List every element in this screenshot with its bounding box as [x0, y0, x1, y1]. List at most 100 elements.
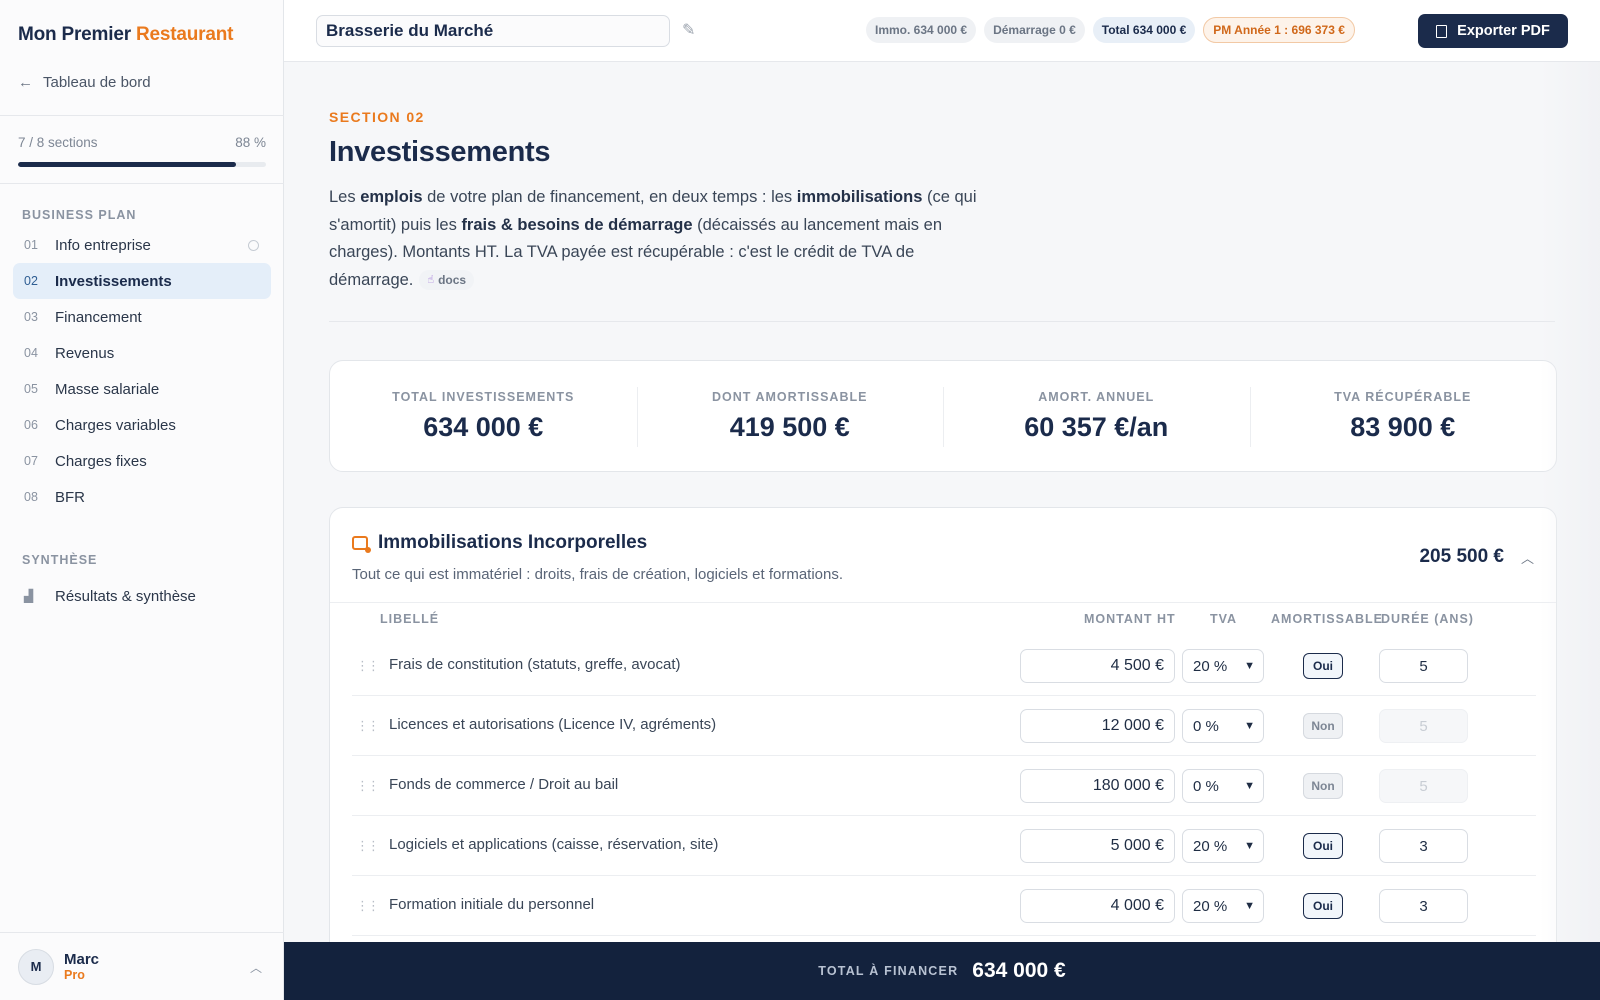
page-title: Investissements	[329, 136, 551, 168]
tva-select[interactable]: 0 % ▼	[1182, 709, 1264, 743]
kpi-label: TVA RÉCUPÉRABLE	[1334, 389, 1472, 404]
kpi-label: TOTAL INVESTISSEMENTS	[392, 389, 575, 404]
nav-number: 08	[24, 490, 38, 504]
duree-input[interactable]	[1379, 889, 1468, 923]
tva-select[interactable]: 20 % ▼	[1182, 649, 1264, 683]
tva-select[interactable]: 20 % ▼	[1182, 829, 1264, 863]
progress-bar	[18, 162, 266, 167]
duree-input[interactable]	[1379, 649, 1468, 683]
duree-input[interactable]	[1379, 829, 1468, 863]
card-total: 205 500 €	[1419, 546, 1504, 567]
divider	[0, 183, 284, 184]
user-menu[interactable]: M Marc Pro ︿	[0, 932, 284, 1000]
sidebar-item-info-entreprise[interactable]: 01 Info entreprise	[13, 227, 271, 263]
sidebar-item-masse-salariale[interactable]: 05 Masse salariale	[13, 371, 271, 407]
duree-input	[1379, 769, 1468, 803]
nav-label: BFR	[55, 488, 85, 506]
nav-label: Financement	[55, 308, 142, 326]
row-label: Frais de constitution (statuts, greffe, …	[389, 656, 681, 673]
hand-pointer-icon: ☝	[427, 273, 435, 286]
project-name-input[interactable]	[316, 15, 670, 47]
total-financing-bar: TOTAL À FINANCER 634 000 €	[284, 942, 1600, 1000]
nav-number: 01	[24, 238, 38, 252]
section-tag: SECTION 02	[329, 109, 425, 125]
table-row: ⋮⋮ Formation initiale du personnel 20 % ▼…	[352, 876, 1536, 936]
drag-handle-icon[interactable]: ⋮⋮	[356, 658, 380, 674]
drag-handle-icon[interactable]: ⋮⋮	[356, 778, 380, 794]
tva-select[interactable]: 0 % ▼	[1182, 769, 1264, 803]
chip-pm-annee-1: PM Année 1 : 696 373 €	[1203, 17, 1355, 43]
amortissable-toggle[interactable]: Oui	[1303, 893, 1343, 919]
amortissable-toggle[interactable]: Non	[1303, 713, 1343, 739]
amount-input[interactable]	[1020, 709, 1175, 743]
progress-summary: 7 / 8 sections 88 %	[18, 135, 266, 150]
nav-label: Investissements	[55, 272, 172, 290]
table-row: ⋮⋮ Frais de constitution (statuts, greff…	[352, 636, 1536, 696]
nav-label: Résultats & synthèse	[55, 587, 196, 605]
kpi-value: 419 500 €	[729, 411, 850, 442]
amortissable-toggle[interactable]: Non	[1303, 773, 1343, 799]
tva-value: 20 %	[1193, 897, 1228, 915]
nav-group-synthese: SYNTHÈSE	[22, 553, 98, 567]
brand-logo[interactable]: Mon Premier Restaurant	[18, 24, 233, 46]
chip-demarrage: Démarrage 0 €	[984, 17, 1085, 43]
docs-link[interactable]: ☝ docs	[419, 270, 475, 291]
summary-chips: Immo. 634 000 € Démarrage 0 € Total 634 …	[866, 17, 1355, 43]
sidebar-item-resultats-synthese[interactable]: ▟ Résultats & synthèse	[13, 578, 271, 614]
row-label: Licences et autorisations (Licence IV, a…	[389, 716, 717, 733]
column-header-libelle: LIBELLÉ	[380, 612, 440, 626]
chevron-down-icon: ▼	[1244, 660, 1255, 672]
main-content: SECTION 02 Investissements Les emplois d…	[284, 62, 1600, 942]
progress-percent: 88 %	[235, 135, 266, 150]
sidebar-item-investissements[interactable]: 02 Investissements	[13, 263, 271, 299]
intro-bold: immobilisations	[796, 188, 923, 206]
kpi-dont-amortissable: DONT AMORTISSABLE 419 500 €	[636, 361, 944, 471]
back-to-dashboard-link[interactable]: ← Tableau de bord	[18, 74, 151, 91]
amount-input[interactable]	[1020, 829, 1175, 863]
nav-label: Info entreprise	[55, 236, 151, 254]
row-label: Formation initiale du personnel	[389, 896, 595, 913]
kpi-label: AMORT. ANNUEL	[1038, 389, 1155, 404]
sidebar-item-revenus[interactable]: 04 Revenus	[13, 335, 271, 371]
drag-handle-icon[interactable]: ⋮⋮	[356, 898, 380, 914]
kpi-total-investissements: TOTAL INVESTISSEMENTS 634 000 €	[330, 361, 637, 471]
nav-number: 02	[24, 274, 38, 288]
intro-text: Les emplois de votre plan de financement…	[329, 184, 979, 294]
table-row: ⋮⋮ Licences et autorisations (Licence IV…	[352, 696, 1536, 756]
tva-value: 0 %	[1193, 777, 1219, 795]
pencil-icon[interactable]: ✎	[682, 20, 695, 40]
chevron-up-icon[interactable]: ︿	[1521, 548, 1534, 567]
card-immobilisations-incorporelles: Immobilisations Incorporelles Tout ce qu…	[329, 507, 1557, 942]
card-title: Immobilisations Incorporelles	[378, 532, 648, 553]
amortissable-toggle[interactable]: Oui	[1303, 653, 1343, 679]
intro-part: Les	[329, 188, 361, 206]
intro-part: de votre plan de financement, en deux te…	[422, 188, 797, 206]
total-financing-value: 634 000 €	[972, 959, 1066, 982]
column-header-amortissable: AMORTISSABLE	[1271, 612, 1383, 626]
sidebar-item-charges-fixes[interactable]: 07 Charges fixes	[13, 443, 271, 479]
chip-total: Total 634 000 €	[1092, 17, 1196, 43]
sidebar-item-charges-variables[interactable]: 06 Charges variables	[13, 407, 271, 443]
sidebar-nav-synthese: ▟ Résultats & synthèse	[13, 578, 271, 614]
sidebar-item-financement[interactable]: 03 Financement	[13, 299, 271, 335]
tva-select[interactable]: 20 % ▼	[1182, 889, 1264, 923]
divider	[330, 602, 1556, 603]
tva-value: 20 %	[1193, 837, 1228, 855]
sidebar-item-bfr[interactable]: 08 BFR	[13, 479, 271, 515]
amount-input[interactable]	[1020, 889, 1175, 923]
drag-handle-icon[interactable]: ⋮⋮	[356, 838, 380, 854]
export-pdf-button[interactable]: Exporter PDF	[1418, 14, 1568, 48]
nav-group-business-plan: BUSINESS PLAN	[22, 208, 137, 222]
card-subtitle: Tout ce qui est immatériel : droits, fra…	[352, 566, 844, 583]
table-row: ⋮⋮ Fonds de commerce / Droit au bail 0 %…	[352, 756, 1536, 816]
amount-input[interactable]	[1020, 769, 1175, 803]
amount-input[interactable]	[1020, 649, 1175, 683]
avatar: M	[18, 948, 54, 985]
brand-part1: Mon Premier	[18, 24, 131, 45]
drag-handle-icon[interactable]: ⋮⋮	[356, 718, 380, 734]
certificate-icon	[352, 536, 371, 553]
tva-value: 0 %	[1193, 717, 1219, 735]
nav-number: 06	[24, 418, 38, 432]
amortissable-toggle[interactable]: Oui	[1303, 833, 1343, 859]
export-pdf-label: Exporter PDF	[1457, 23, 1550, 39]
